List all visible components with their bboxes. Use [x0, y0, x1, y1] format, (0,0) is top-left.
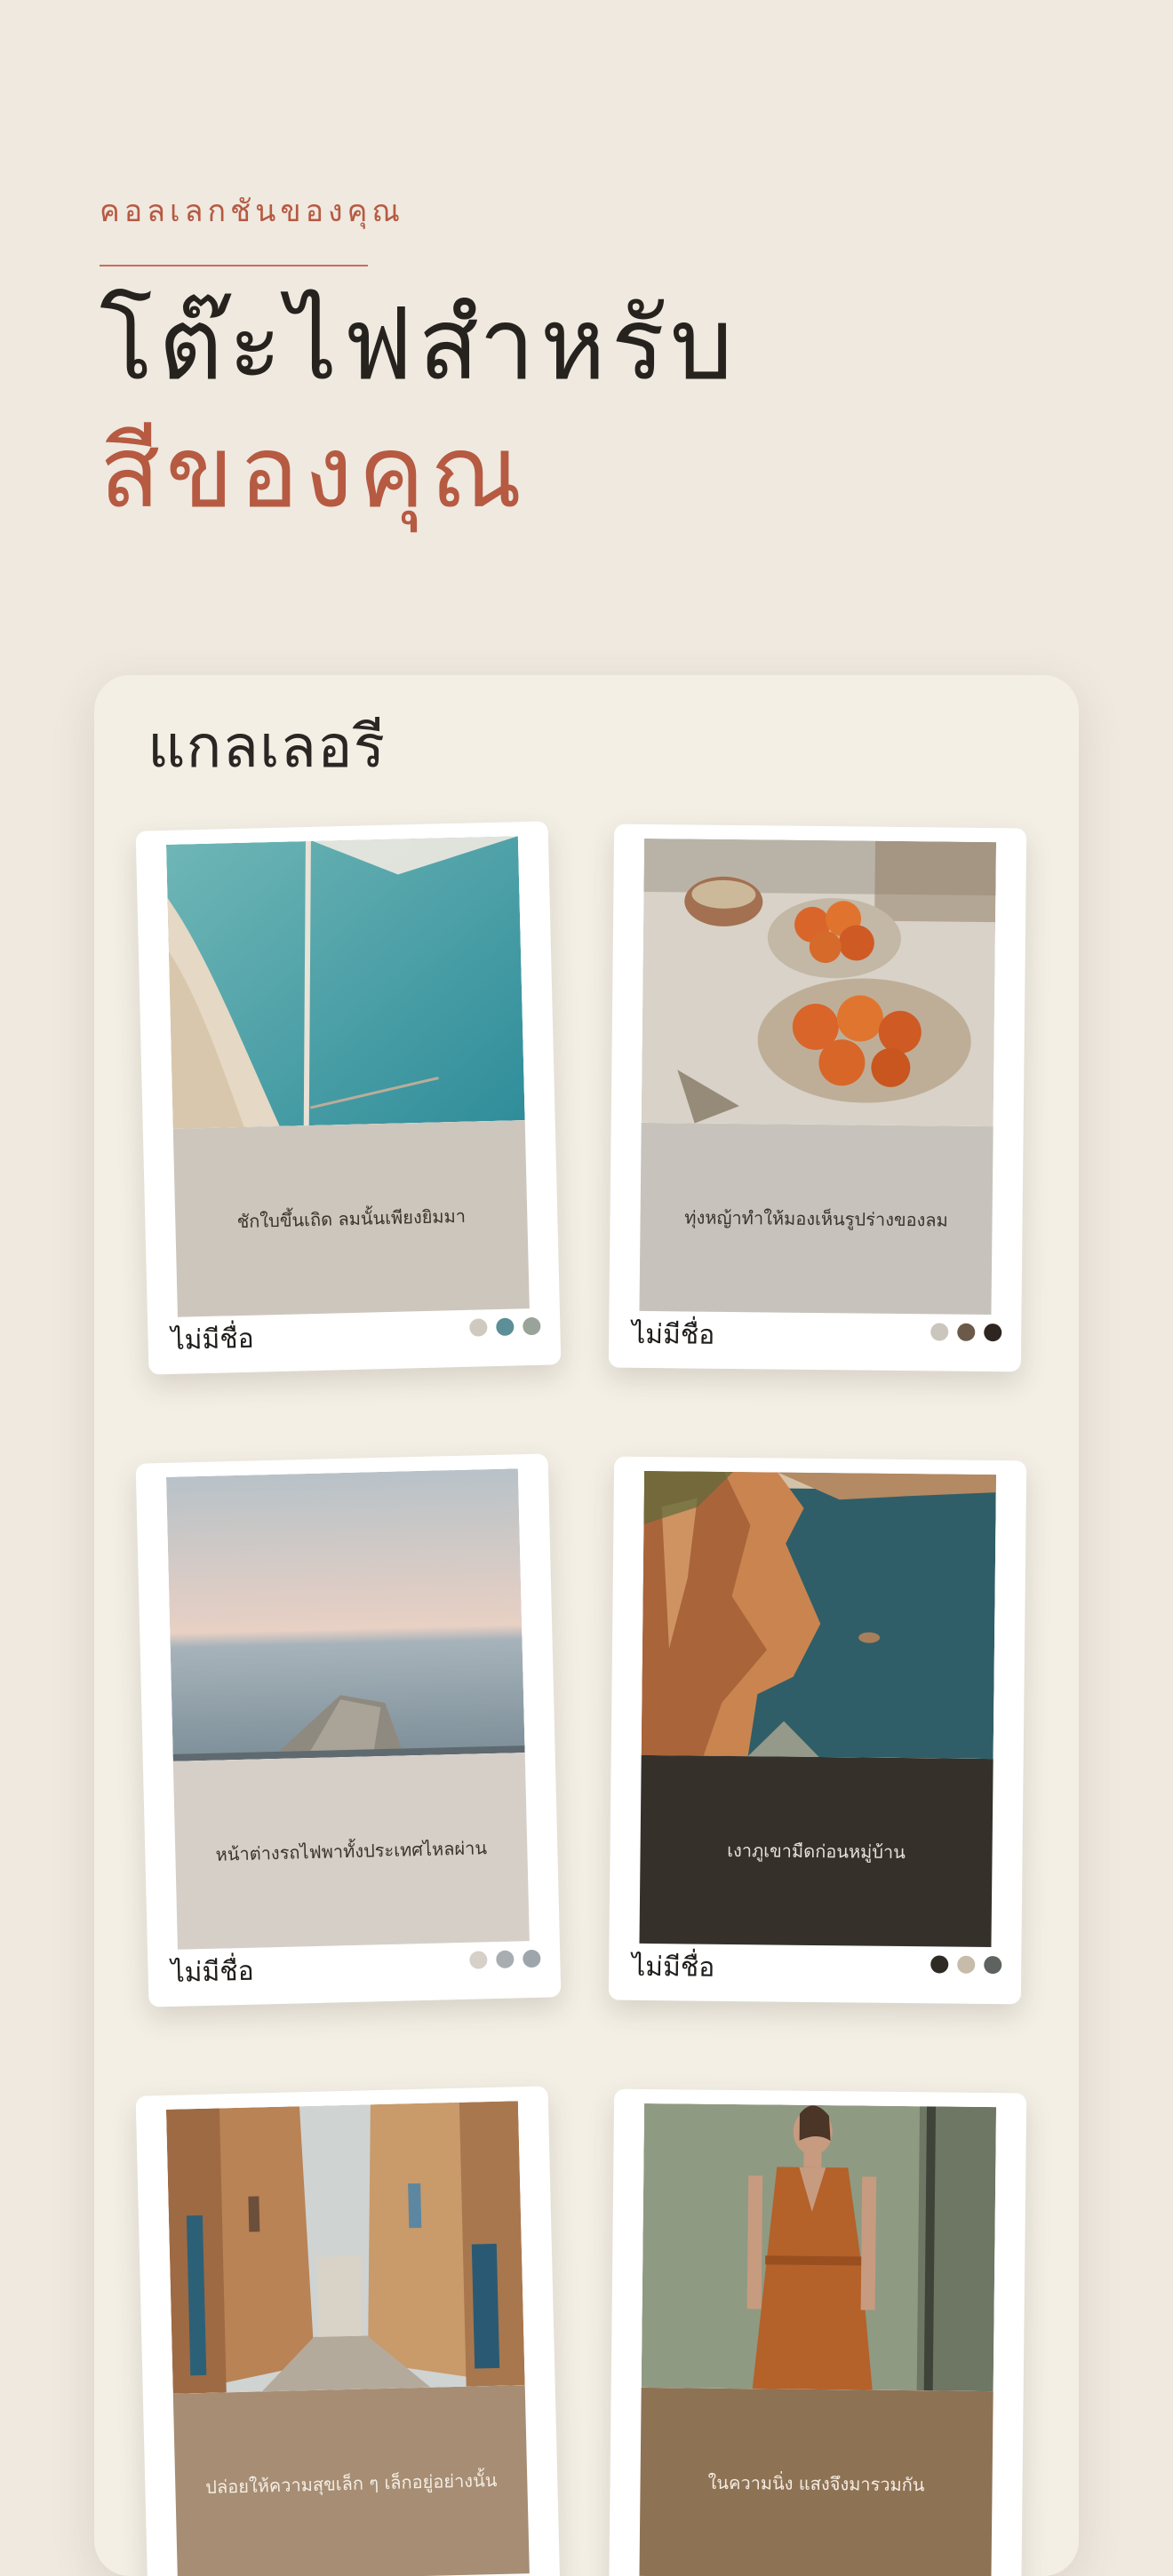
page-title-line-1: โต๊ะไฟสำหรับ — [100, 287, 738, 402]
woman-rust-dress-photo — [641, 2103, 997, 2392]
old-town-street-photo — [165, 2101, 525, 2394]
card-caption: ในความนิ่ง แสงจึงมารวมกัน — [707, 2471, 925, 2496]
color-swatches — [469, 1949, 541, 1969]
card-name: ไม่มีชื่อ — [632, 1318, 715, 1351]
caption-area: หน้าต่างรถไฟพาทั้งประเทศไหลผ่าน — [172, 1753, 530, 1950]
gallery-card[interactable]: เงาภูเขามืดก่อนหมู่บ้าน ไม่มีชื่อ — [608, 1456, 1027, 2005]
card-caption: ทุ่งหญ้าทำให้มองเห็นรูปร่างของลม — [684, 1206, 948, 1231]
coastal-cliffs-photo — [641, 1470, 997, 1760]
card-name: ไม่มีชื่อ — [171, 1955, 255, 1989]
card-caption: เงาภูเขามืดก่อนหมู่บ้าน — [727, 1839, 906, 1864]
eyebrow-divider — [100, 265, 368, 266]
card-caption: ปล่อยให้ความสุขเล็ก ๆ เล็กอยู่อย่างนั้น — [204, 2469, 498, 2498]
swatch[interactable] — [984, 1323, 1002, 1342]
gallery-title: แกลเลอรี — [148, 712, 387, 781]
color-swatches — [930, 1955, 1002, 1975]
swatch[interactable] — [496, 1950, 515, 1969]
card-name: ไม่มีชื่อ — [171, 1323, 255, 1356]
caption-area: ชักใบขึ้นเถิด ลมนั้นเพียงยิมมา — [172, 1120, 530, 1317]
caption-area: ทุ่งหญ้าทำให้มองเห็นรูปร่างของลม — [639, 1122, 993, 1316]
card-caption: ชักใบขึ้นเถิด ลมนั้นเพียงยิมมา — [236, 1205, 467, 1233]
gallery-card[interactable]: หน้าต่างรถไฟพาทั้งประเทศไหลผ่าน ไม่มีชื่… — [135, 1453, 562, 2008]
page-title-line-2: สีของคุณ — [100, 415, 528, 530]
color-swatches — [930, 1323, 1002, 1342]
swatch[interactable] — [523, 1949, 541, 1968]
gallery-card[interactable]: ทุ่งหญ้าทำให้มองเห็นรูปร่างของลม ไม่มีชื… — [608, 823, 1027, 1372]
color-swatches — [469, 1316, 541, 1337]
swatch[interactable] — [984, 1955, 1002, 1975]
gallery-card[interactable]: ในความนิ่ง แสงจึงมารวมกัน — [608, 2088, 1027, 2576]
sailboat-beach-photo — [165, 836, 525, 1129]
swatch[interactable] — [469, 1318, 488, 1337]
swatch[interactable] — [469, 1951, 488, 1969]
swatch[interactable] — [930, 1955, 949, 1974]
gallery-card[interactable]: ชักใบขึ้นเถิด ลมนั้นเพียงยิมมา ไม่มีชื่อ — [135, 821, 562, 1375]
sea-rock-dusk-photo — [165, 1468, 525, 1761]
gallery-panel: แกลเลอรี ชักใบขึ้นเถิด ลมนั้นเพียงยิมมา … — [94, 675, 1079, 2576]
collection-eyebrow: คอลเลกชันของคุณ — [100, 194, 404, 229]
caption-area: เงาภูเขามืดก่อนหมู่บ้าน — [639, 1754, 993, 1948]
card-caption: หน้าต่างรถไฟพาทั้งประเทศไหลผ่าน — [215, 1837, 488, 1865]
card-name: ไม่มีชื่อ — [632, 1951, 715, 1984]
swatch[interactable] — [523, 1316, 541, 1336]
persimmon-bowls-photo — [641, 838, 997, 1127]
swatch[interactable] — [957, 1955, 976, 1974]
gallery-card[interactable]: ปล่อยให้ความสุขเล็ก ๆ เล็กอยู่อย่างนั้น — [135, 2086, 562, 2576]
swatch[interactable] — [930, 1323, 949, 1341]
swatch[interactable] — [957, 1323, 976, 1341]
swatch[interactable] — [496, 1317, 515, 1337]
caption-area: ในความนิ่ง แสงจึงมารวมกัน — [639, 2387, 993, 2576]
